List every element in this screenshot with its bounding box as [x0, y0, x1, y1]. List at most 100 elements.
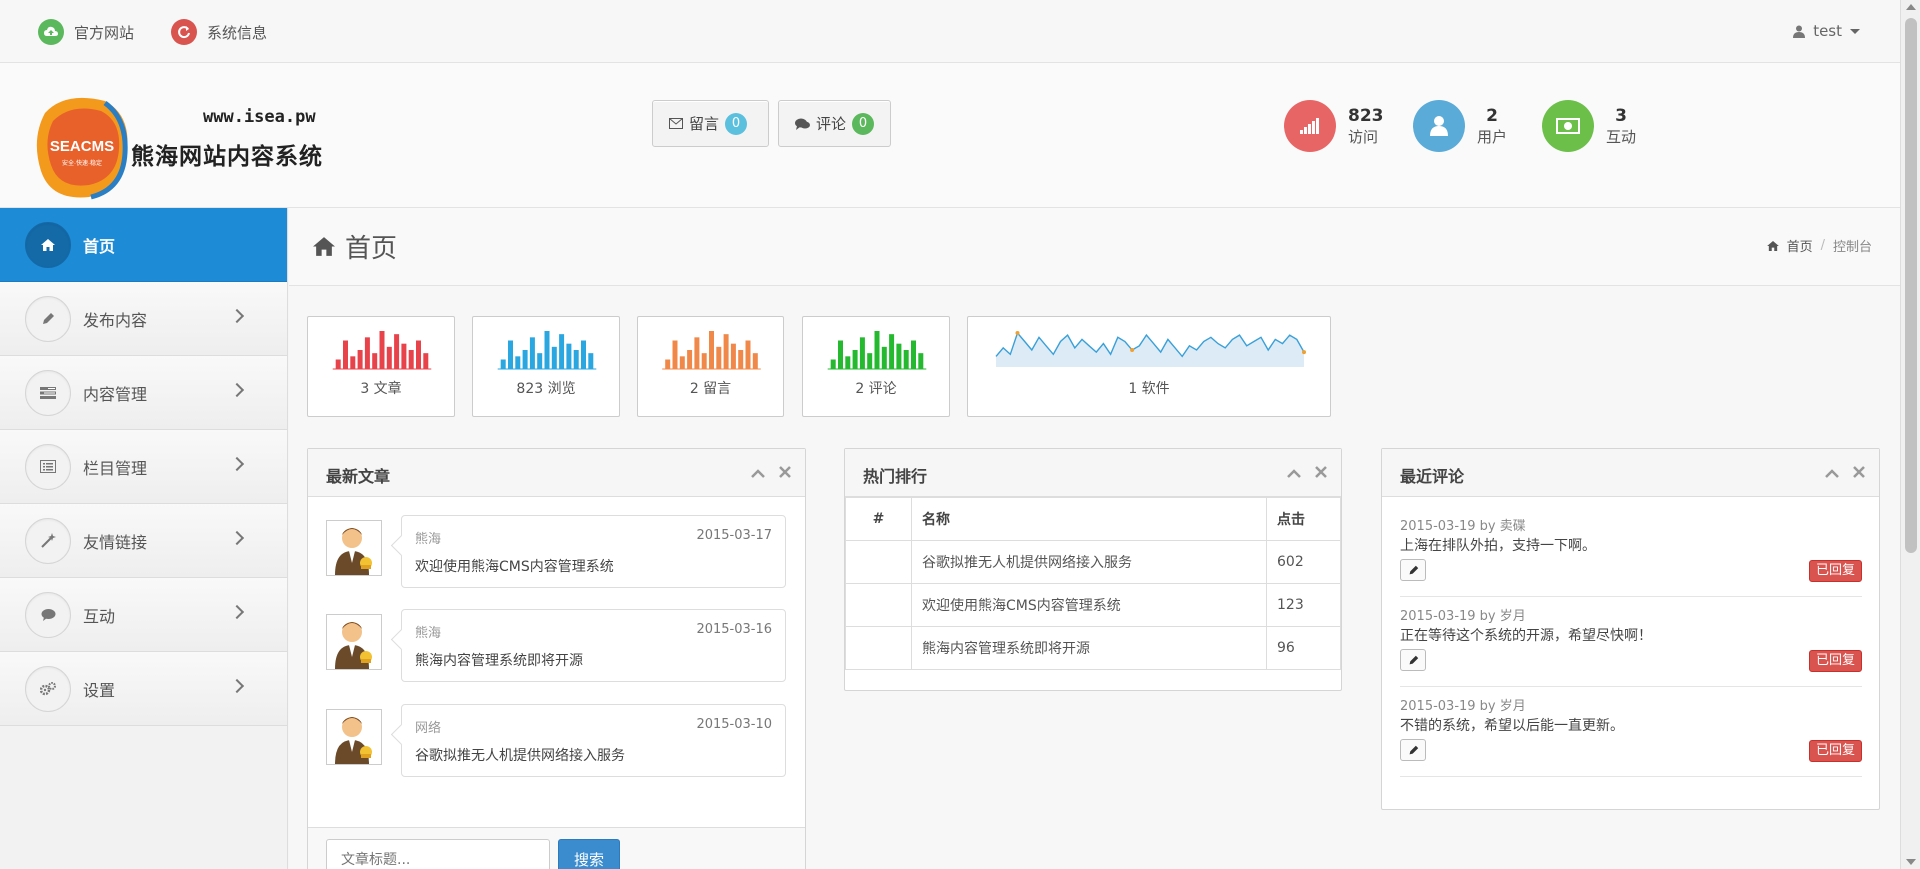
scroll-down-icon[interactable] — [1906, 859, 1916, 865]
top-bar: 官方网站 系统信息 test — [0, 0, 1900, 63]
article-item[interactable]: 熊海 2015-03-16 熊海内容管理系统即将开源 — [326, 609, 786, 684]
sparkline-bar — [859, 337, 865, 369]
edit-button[interactable] — [1400, 739, 1426, 761]
sidebar: 首页 发布内容 内容管理 栏目管理 友情链接 互动 设置 — [0, 208, 288, 869]
replied-status-button[interactable]: 已回复 — [1808, 560, 1862, 582]
collapse-icon[interactable] — [751, 463, 765, 482]
scrollbar-thumb[interactable] — [1905, 18, 1917, 553]
row-index — [845, 540, 912, 584]
article-item[interactable]: 网络 2015-03-10 谷歌拟推无人机提供网络接入服务 — [326, 704, 786, 779]
replied-status-button[interactable]: 已回复 — [1808, 740, 1862, 762]
users-label: 用户 — [1477, 127, 1508, 146]
page-scrollbar[interactable] — [1900, 0, 1920, 869]
replied-status-button[interactable]: 已回复 — [1808, 650, 1862, 672]
seacms-logo: SEACMS 安全·快速·稳定 — [36, 97, 128, 200]
sidebar-item-interaction[interactable]: 互动 — [0, 578, 287, 652]
breadcrumb-home[interactable]: 首页 — [1787, 236, 1813, 255]
recent-comments-panel: 最近评论 2015-03-19 by 卖碟 上海在排队外拍，支持一下啊。 已回复… — [1381, 448, 1880, 810]
sparkline-bar — [537, 353, 543, 369]
panel-header: 热门排行 — [845, 449, 1341, 497]
official-site-label: 官方网站 — [74, 23, 135, 42]
row-name[interactable]: 欢迎使用熊海CMS内容管理系统 — [911, 583, 1267, 627]
cloud-upload-icon — [38, 19, 64, 45]
article-title[interactable]: 熊海内容管理系统即将开源 — [415, 650, 583, 670]
search-button[interactable]: 搜索 — [558, 839, 620, 869]
sidebar-item-category-manage[interactable]: 栏目管理 — [0, 430, 287, 504]
user-menu[interactable]: test — [1793, 22, 1860, 40]
comments-button[interactable]: 评论 0 — [778, 100, 891, 147]
row-index — [845, 583, 912, 627]
comment-item: 2015-03-19 by 岁月 不错的系统，希望以后能一直更新。 已回复 — [1400, 687, 1862, 777]
mini-stat-articles[interactable]: 3 文章 — [307, 316, 455, 417]
refresh-icon — [171, 19, 197, 45]
collapse-icon[interactable] — [1825, 463, 1839, 482]
article-date: 2015-03-10 — [696, 717, 772, 732]
article-date: 2015-03-16 — [696, 622, 772, 637]
sidebar-item-publish[interactable]: 发布内容 — [0, 282, 287, 356]
mini-stat-comments[interactable]: 2 评论 — [802, 316, 950, 417]
comments-icon — [25, 591, 71, 638]
sidebar-item-label: 栏目管理 — [83, 458, 148, 478]
mini-bar-chart — [827, 331, 927, 370]
article-item[interactable]: 熊海 2015-03-17 欢迎使用熊海CMS内容管理系统 — [326, 515, 786, 590]
mini-stat-software[interactable]: 1 软件 — [967, 316, 1331, 417]
pencil-icon — [1409, 565, 1418, 574]
sparkline-bar — [867, 353, 873, 369]
system-info-link[interactable]: 系统信息 — [171, 19, 267, 45]
sparkline-bar — [730, 343, 736, 369]
article-search-bar: 搜索 — [308, 827, 805, 869]
mini-stat-messages[interactable]: 2 留言 — [637, 316, 784, 417]
home-icon — [1766, 240, 1779, 251]
user-icon — [1413, 100, 1465, 152]
sparkline-bar — [566, 343, 572, 369]
mini-stat-views[interactable]: 823 浏览 — [472, 316, 620, 417]
sidebar-item-settings[interactable]: 设置 — [0, 652, 287, 726]
row-name[interactable]: 谷歌拟推无人机提供网络接入服务 — [911, 540, 1267, 584]
comment-meta: 2015-03-19 by 岁月 — [1400, 609, 1526, 624]
sparkline-bar — [500, 359, 506, 369]
article-title[interactable]: 欢迎使用熊海CMS内容管理系统 — [415, 556, 614, 576]
comments-icon — [795, 118, 810, 130]
table-row[interactable]: 谷歌拟推无人机提供网络接入服务 602 — [845, 540, 1341, 584]
caret-down-icon — [1850, 28, 1860, 34]
comment-meta: 2015-03-19 by 卖碟 — [1400, 519, 1526, 534]
article-category: 熊海 — [415, 626, 442, 641]
close-icon[interactable] — [779, 463, 791, 482]
sparkline-bar — [573, 350, 579, 369]
sidebar-item-friend-links[interactable]: 友情链接 — [0, 504, 287, 578]
sidebar-item-home[interactable]: 首页 — [0, 208, 287, 282]
table-row[interactable]: 熊海内容管理系统即将开源 96 — [845, 626, 1341, 670]
messages-button[interactable]: 留言 0 — [652, 100, 769, 147]
sparkline-bar — [745, 340, 751, 369]
edit-button[interactable] — [1400, 649, 1426, 671]
close-icon[interactable] — [1315, 463, 1327, 482]
sparkline-bar — [679, 356, 685, 369]
sparkline-bar — [701, 353, 707, 369]
svg-text:安全·快速·稳定: 安全·快速·稳定 — [62, 159, 102, 167]
collapse-icon[interactable] — [1287, 463, 1301, 482]
article-title[interactable]: 谷歌拟推无人机提供网络接入服务 — [415, 745, 625, 765]
mini-bar-chart — [332, 331, 432, 370]
sidebar-item-content-manage[interactable]: 内容管理 — [0, 356, 287, 430]
panel-header: 最近评论 — [1382, 449, 1879, 497]
official-site-link[interactable]: 官方网站 — [38, 19, 135, 45]
article-search-input[interactable] — [326, 839, 550, 869]
table-row[interactable]: 欢迎使用熊海CMS内容管理系统 123 — [845, 583, 1341, 627]
sparkline-bar — [830, 359, 836, 369]
comment-item: 2015-03-19 by 岁月 正在等待这个系统的开源，希望尽快啊！ 已回复 — [1400, 597, 1862, 687]
site-logo[interactable]: SEACMS 安全·快速·稳定 www.isea.pw 熊海网站内容系统 — [35, 93, 325, 203]
article-category: 熊海 — [415, 532, 442, 547]
sparkline-bar — [752, 353, 758, 369]
scroll-up-icon[interactable] — [1906, 4, 1916, 10]
sparkline-bar — [881, 346, 887, 369]
close-icon[interactable] — [1853, 463, 1865, 482]
article-category: 网络 — [415, 721, 442, 736]
sparkline-point — [1130, 348, 1135, 352]
mini-bar-chart — [662, 331, 761, 370]
edit-button[interactable] — [1400, 559, 1426, 581]
user-avatar — [326, 709, 382, 765]
article-bubble: 熊海 2015-03-16 熊海内容管理系统即将开源 — [401, 609, 786, 682]
user-avatar — [326, 520, 382, 576]
comment-text: 不错的系统，希望以后能一直更新。 — [1400, 718, 1624, 734]
row-name[interactable]: 熊海内容管理系统即将开源 — [911, 626, 1267, 670]
